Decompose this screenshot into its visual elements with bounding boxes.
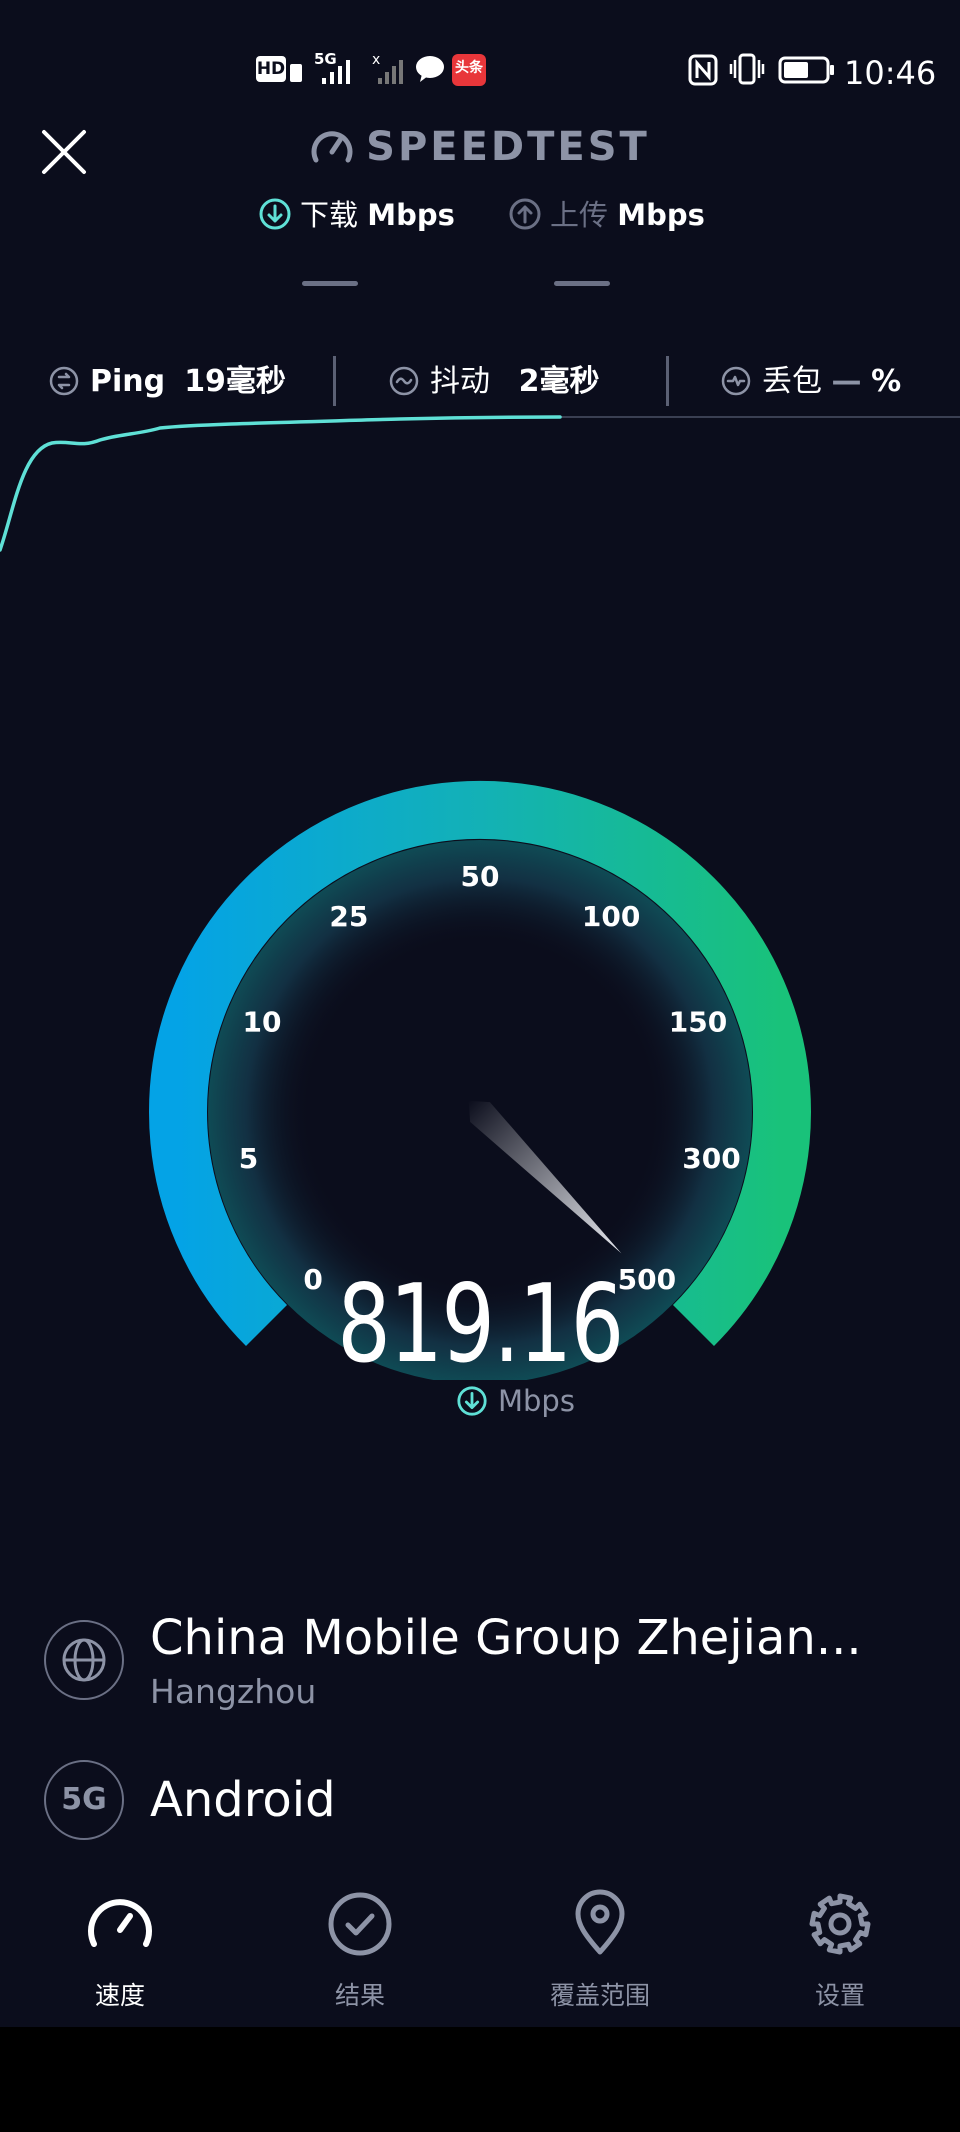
speed-history-graph — [0, 415, 960, 552]
speedometer-logo-icon — [311, 131, 353, 163]
speedometer-icon — [88, 1899, 152, 1947]
gauge-tick-label: 5 — [239, 1142, 258, 1175]
nav-results-label: 结果 — [334, 1981, 385, 2010]
connection-badge-text: 5G — [61, 1782, 107, 1817]
upload-tab[interactable]: 上传 Mbps — [508, 192, 705, 234]
jitter-icon — [389, 366, 419, 396]
signal-weak-icon: x — [372, 52, 403, 84]
ping-metric: Ping 19毫秒 — [48, 356, 286, 400]
download-tab[interactable]: 下载 Mbps — [258, 192, 455, 234]
upload-label: 上传 — [550, 198, 609, 232]
sim-icon — [290, 64, 302, 82]
upload-unit: Mbps — [617, 198, 705, 232]
vibrate-icon — [729, 53, 765, 85]
server-name[interactable]: China Mobile Group Zhejian... — [150, 1610, 862, 1666]
packet-loss-unit: % — [871, 364, 902, 399]
server-city: Hangzhou — [150, 1672, 317, 1711]
download-label: 下载 — [300, 198, 359, 232]
download-icon — [457, 1386, 487, 1416]
chat-icon — [416, 56, 444, 82]
gear-icon — [809, 1893, 871, 1955]
packet-loss-metric: 丢包 — % — [720, 356, 901, 400]
jitter-value: 2毫秒 — [518, 364, 600, 399]
server-button[interactable] — [44, 1620, 124, 1700]
packet-loss-value: — — [831, 364, 862, 399]
globe-icon — [62, 1638, 106, 1682]
upload-icon — [509, 198, 541, 230]
hd-icon: HD — [256, 56, 286, 82]
jitter-label: 抖动 — [430, 364, 490, 399]
connection-name: Android — [150, 1772, 336, 1828]
gauge-tick-label: 100 — [582, 900, 640, 933]
clock: 10:46 — [844, 54, 937, 92]
upload-value-placeholder — [554, 281, 610, 286]
divider — [333, 356, 336, 406]
speedtest-screen: HD 5G x 头条 10:46 SPEEDTEST 下载 Mbps 上传 Mb… — [0, 0, 960, 2027]
svg-text:x: x — [372, 52, 380, 68]
connection-type-badge[interactable]: 5G — [44, 1760, 124, 1840]
status-bar: HD 5G x 头条 10:46 — [0, 40, 960, 100]
gauge-tick-label: 50 — [461, 860, 500, 893]
packet-loss-icon — [721, 366, 751, 396]
speedtest-logo: SPEEDTEST — [0, 124, 960, 170]
ping-icon — [49, 366, 79, 396]
download-icon — [259, 198, 291, 230]
speed-unit-label: Mbps — [456, 1384, 575, 1418]
gauge-tick-label: 300 — [682, 1142, 740, 1175]
ping-value: 19毫秒 — [184, 364, 286, 399]
nav-settings-label: 设置 — [814, 1981, 865, 2010]
speed-unit: Mbps — [498, 1384, 575, 1418]
divider — [666, 356, 669, 406]
speed-value: 819.16 — [337, 1262, 624, 1387]
download-unit: Mbps — [367, 198, 455, 232]
download-value-placeholder — [302, 281, 358, 286]
gauge-tick-label: 25 — [329, 900, 368, 933]
system-navigation-bar — [0, 2027, 960, 2132]
map-pin-icon — [575, 1889, 625, 1955]
nav-speed-label: 速度 — [94, 1981, 145, 2010]
packet-loss-label: 丢包 — [762, 364, 822, 399]
gauge-tick-label: 150 — [669, 1006, 727, 1039]
ping-label: Ping — [90, 364, 166, 399]
brand-text: SPEEDTEST — [366, 124, 650, 170]
checkmark-circle-icon — [328, 1892, 392, 1956]
signal-icon — [322, 60, 350, 84]
jitter-metric: 抖动 2毫秒 — [388, 356, 599, 400]
toutiao-app-icon: 头条 — [452, 54, 486, 86]
gauge-tick-label: 10 — [243, 1006, 282, 1039]
battery-icon — [778, 56, 834, 84]
nfc-icon — [688, 54, 718, 86]
nav-coverage-label: 覆盖范围 — [549, 1981, 650, 2010]
